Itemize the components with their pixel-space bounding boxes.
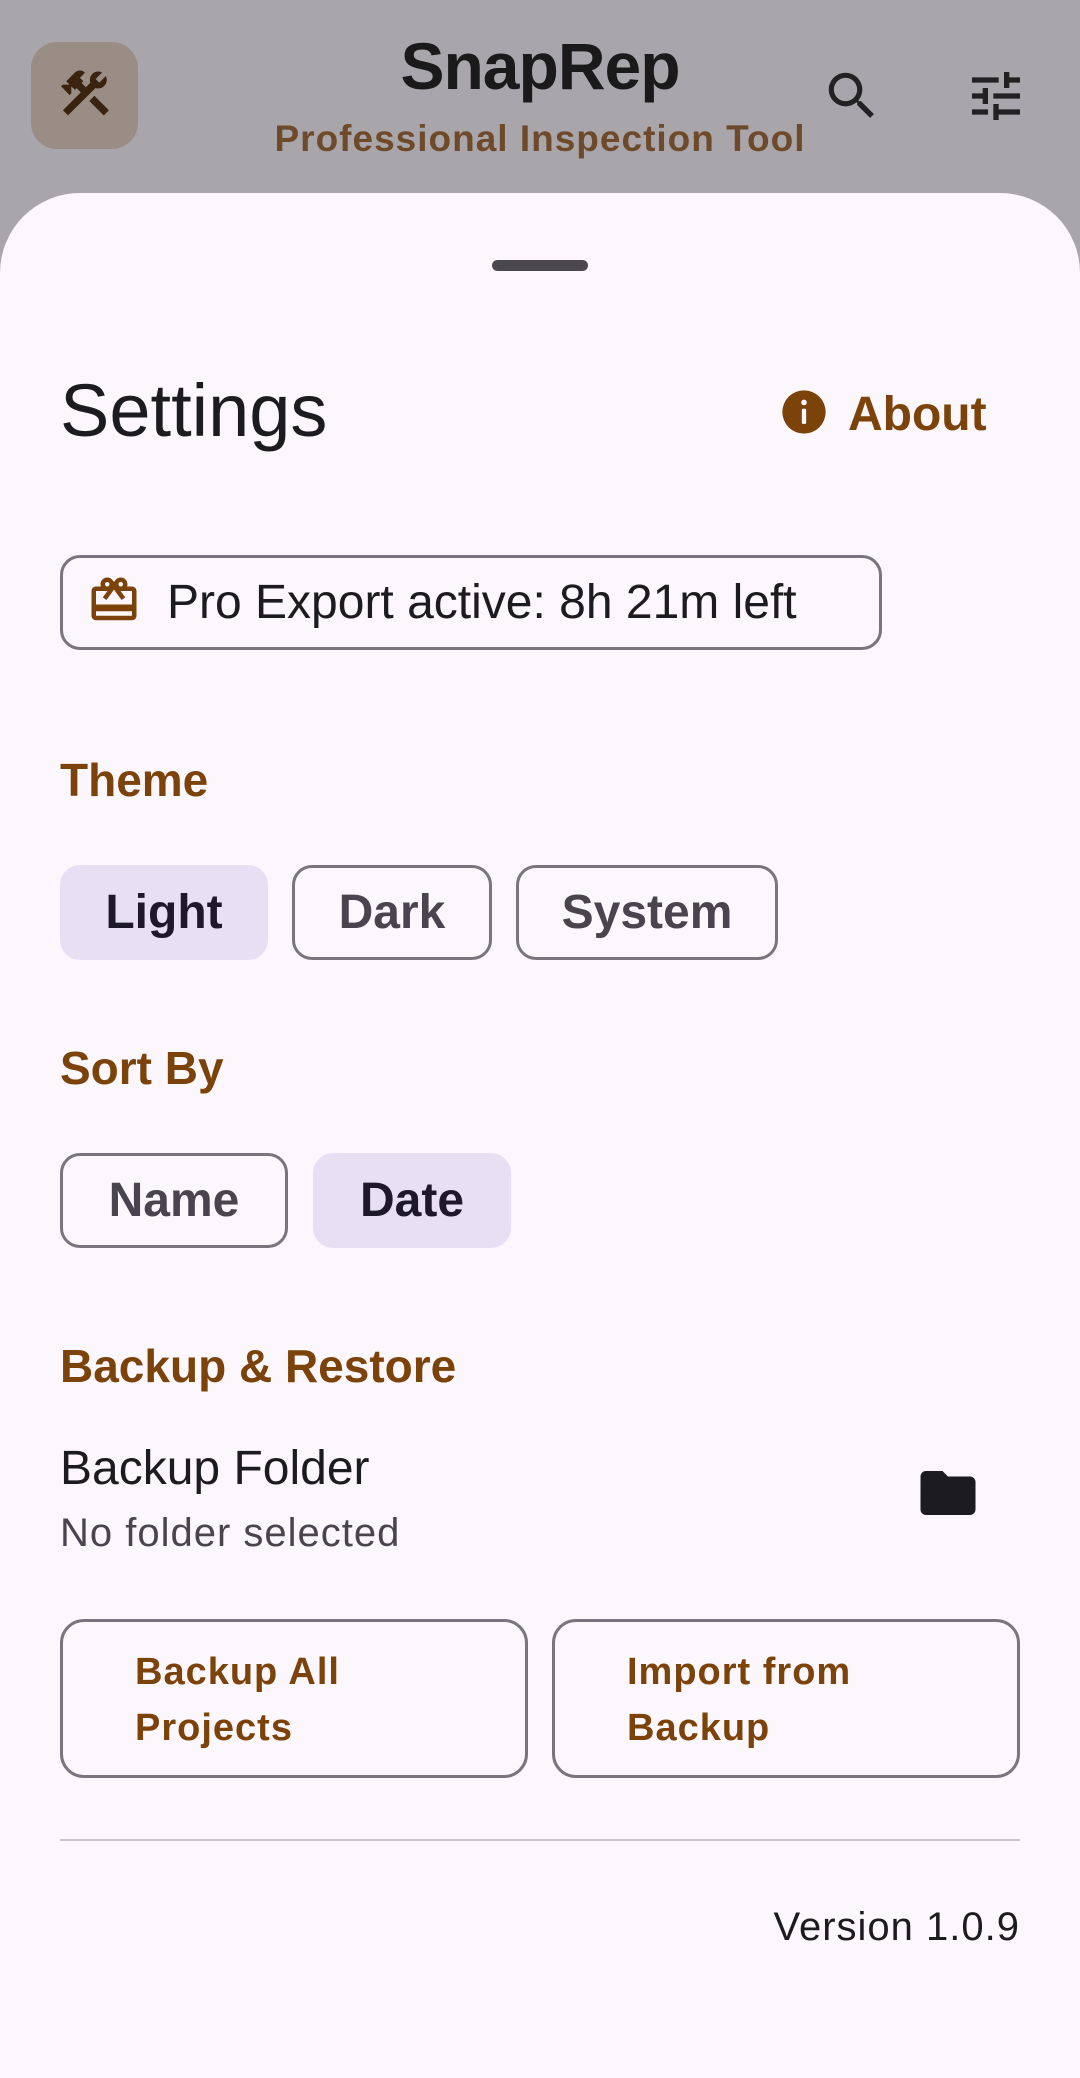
import-from-backup-button[interactable]: Import from Backup <box>552 1619 1020 1778</box>
backup-all-projects-button[interactable]: Backup All Projects <box>60 1619 528 1778</box>
sort-by-heading: Sort By <box>60 1042 224 1094</box>
backup-folder-title: Backup Folder <box>60 1442 370 1495</box>
about-label: About <box>848 387 987 441</box>
choose-folder-button[interactable] <box>906 1453 990 1537</box>
import-label-line1: Import from <box>627 1651 852 1693</box>
app-title: SnapRep <box>400 29 680 103</box>
backup-folder-status: No folder selected <box>60 1511 401 1555</box>
backup-restore-heading: Backup & Restore <box>60 1340 457 1392</box>
app-version: Version 1.0.9 <box>773 1905 1020 1949</box>
page-title: Settings <box>60 369 328 452</box>
drag-handle[interactable] <box>492 260 588 271</box>
info-icon <box>778 386 830 443</box>
settings-bottom-sheet: Settings About Pro Export active: 8h 21m… <box>0 193 1080 2078</box>
search-button[interactable] <box>812 58 892 138</box>
filter-button[interactable] <box>956 58 1036 138</box>
search-icon <box>821 65 883 132</box>
divider <box>60 1839 1020 1841</box>
sort-option-name[interactable]: Name <box>60 1153 288 1248</box>
app-subtitle: Professional Inspection Tool <box>274 118 806 159</box>
backup-all-label-line1: Backup All <box>135 1651 340 1693</box>
theme-heading: Theme <box>60 754 209 806</box>
backup-all-label-line2: Projects <box>135 1707 293 1749</box>
sort-option-date[interactable]: Date <box>313 1153 511 1248</box>
tune-icon <box>964 64 1028 133</box>
about-button[interactable]: About <box>778 379 987 449</box>
theme-option-light[interactable]: Light <box>60 865 268 960</box>
gift-card-icon <box>87 573 141 632</box>
pro-export-status-text: Pro Export active: 8h 21m left <box>167 576 797 629</box>
folder-icon <box>915 1460 981 1531</box>
app-bar: SnapRep Professional Inspection Tool <box>0 0 1080 200</box>
theme-option-system[interactable]: System <box>516 865 778 960</box>
import-label-line2: Backup <box>627 1707 771 1749</box>
theme-option-dark[interactable]: Dark <box>292 865 492 960</box>
pro-export-status-chip[interactable]: Pro Export active: 8h 21m left <box>60 555 882 650</box>
